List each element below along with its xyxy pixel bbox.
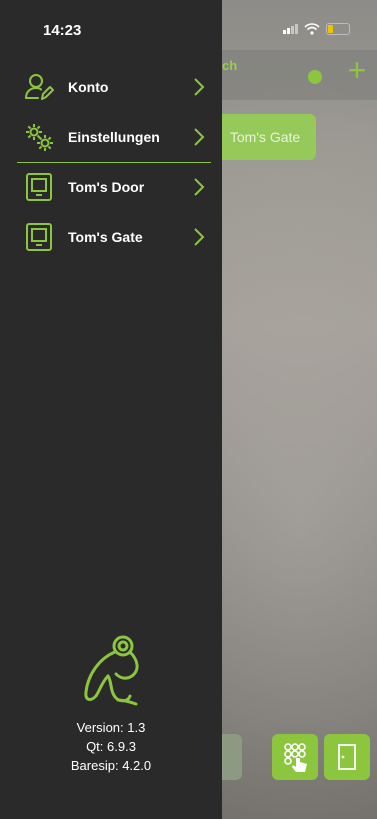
add-icon: +: [347, 52, 367, 88]
menu-item-label: Tom's Door: [68, 179, 145, 195]
menu-item-label: Tom's Gate: [68, 229, 143, 245]
gate-button[interactable]: Tom's Gate: [214, 114, 316, 160]
chevron-right-icon: [194, 128, 205, 146]
chevron-right-icon: [194, 178, 205, 196]
menu-item-label: Konto: [68, 79, 109, 95]
intercom-device-icon: [26, 173, 52, 201]
drawer-menu: Konto Einstellungen Tom's Door Tom's Gat…: [0, 62, 222, 262]
background-title: ch: [222, 58, 238, 73]
menu-item-konto[interactable]: Konto: [0, 62, 222, 112]
status-dot-icon: [308, 70, 322, 84]
gears-icon: [26, 124, 53, 151]
menu-item-toms-gate[interactable]: Tom's Gate: [0, 212, 222, 262]
qt-version-text: Qt: 6.9.3: [86, 739, 136, 754]
frog-logo-icon: [84, 635, 139, 706]
navigation-drawer: Konto Einstellungen Tom's Door Tom's Gat…: [0, 0, 222, 819]
door-icon: [338, 744, 356, 770]
keypad-hand-icon: [284, 743, 307, 772]
keypad-button[interactable]: [272, 734, 318, 780]
menu-item-toms-door[interactable]: Tom's Door: [0, 162, 222, 212]
user-edit-icon: [25, 74, 54, 100]
status-bar: 14:23: [0, 0, 377, 50]
battery-icon: [326, 23, 350, 35]
menu-divider: [17, 162, 211, 163]
door-button[interactable]: [324, 734, 370, 780]
cellular-signal-icon: [283, 24, 298, 34]
chevron-right-icon: [194, 228, 205, 246]
menu-item-einstellungen[interactable]: Einstellungen: [0, 112, 222, 162]
baresip-version-text: Baresip: 4.2.0: [70, 758, 152, 773]
chevron-right-icon: [194, 78, 205, 96]
intercom-device-icon: [26, 223, 52, 251]
status-time: 14:23: [43, 22, 82, 39]
wifi-icon: [304, 23, 320, 35]
version-text: Version: 1.3: [76, 720, 146, 735]
menu-item-label: Einstellungen: [68, 129, 160, 145]
system-icons: [283, 23, 350, 35]
